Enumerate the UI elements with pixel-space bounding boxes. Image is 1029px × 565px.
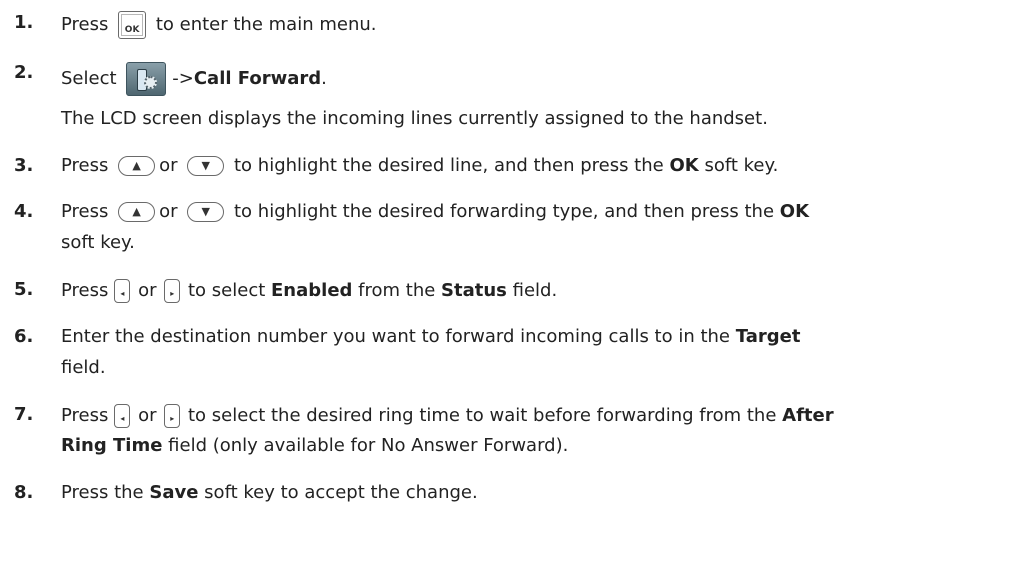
step-number: 5. — [14, 279, 34, 300]
step-number: 7. — [14, 404, 34, 425]
step-number: 8. — [14, 482, 34, 503]
right-key-icon: ▸ — [164, 279, 181, 303]
step-text-cont: field. — [61, 357, 106, 378]
settings-menu-icon — [126, 62, 167, 96]
step-text: Press ▲ or ▼ to highlight the desired for… — [61, 201, 810, 222]
step-text: Press ◂ or ▸ to select Enabled from the S… — [61, 279, 558, 303]
step-text: Press ▲ or ▼ to highlight the desired lin… — [61, 155, 779, 176]
down-arrow-key-icon: ▼ — [187, 202, 225, 222]
step-number: 3. — [14, 155, 34, 176]
step-text-cont: soft key. — [61, 232, 135, 253]
step-text: Press the Save soft key to accept the ch… — [61, 482, 478, 503]
right-key-icon: ▸ — [164, 404, 181, 428]
ok-key-icon: OK — [118, 11, 147, 39]
step-text: Enter the destination number you want to… — [61, 326, 801, 347]
step-number: 2. — [14, 62, 34, 83]
step-number: 1. — [14, 12, 34, 33]
left-key-icon: ◂ — [114, 279, 131, 303]
up-arrow-key-icon: ▲ — [118, 202, 156, 222]
down-arrow-key-icon: ▼ — [187, 156, 225, 176]
step-text-cont: Ring Time field (only available for No A… — [61, 435, 569, 456]
step-number: 4. — [14, 201, 34, 222]
up-arrow-key-icon: ▲ — [118, 156, 156, 176]
step-text: Press OK to enter the main menu. — [61, 11, 376, 39]
step-text: Select ->Call Forward. — [61, 62, 327, 96]
step-number: 6. — [14, 326, 34, 347]
step-text: Press ◂ or ▸ to select the desired ring t… — [61, 404, 834, 428]
left-key-icon: ◂ — [114, 404, 131, 428]
